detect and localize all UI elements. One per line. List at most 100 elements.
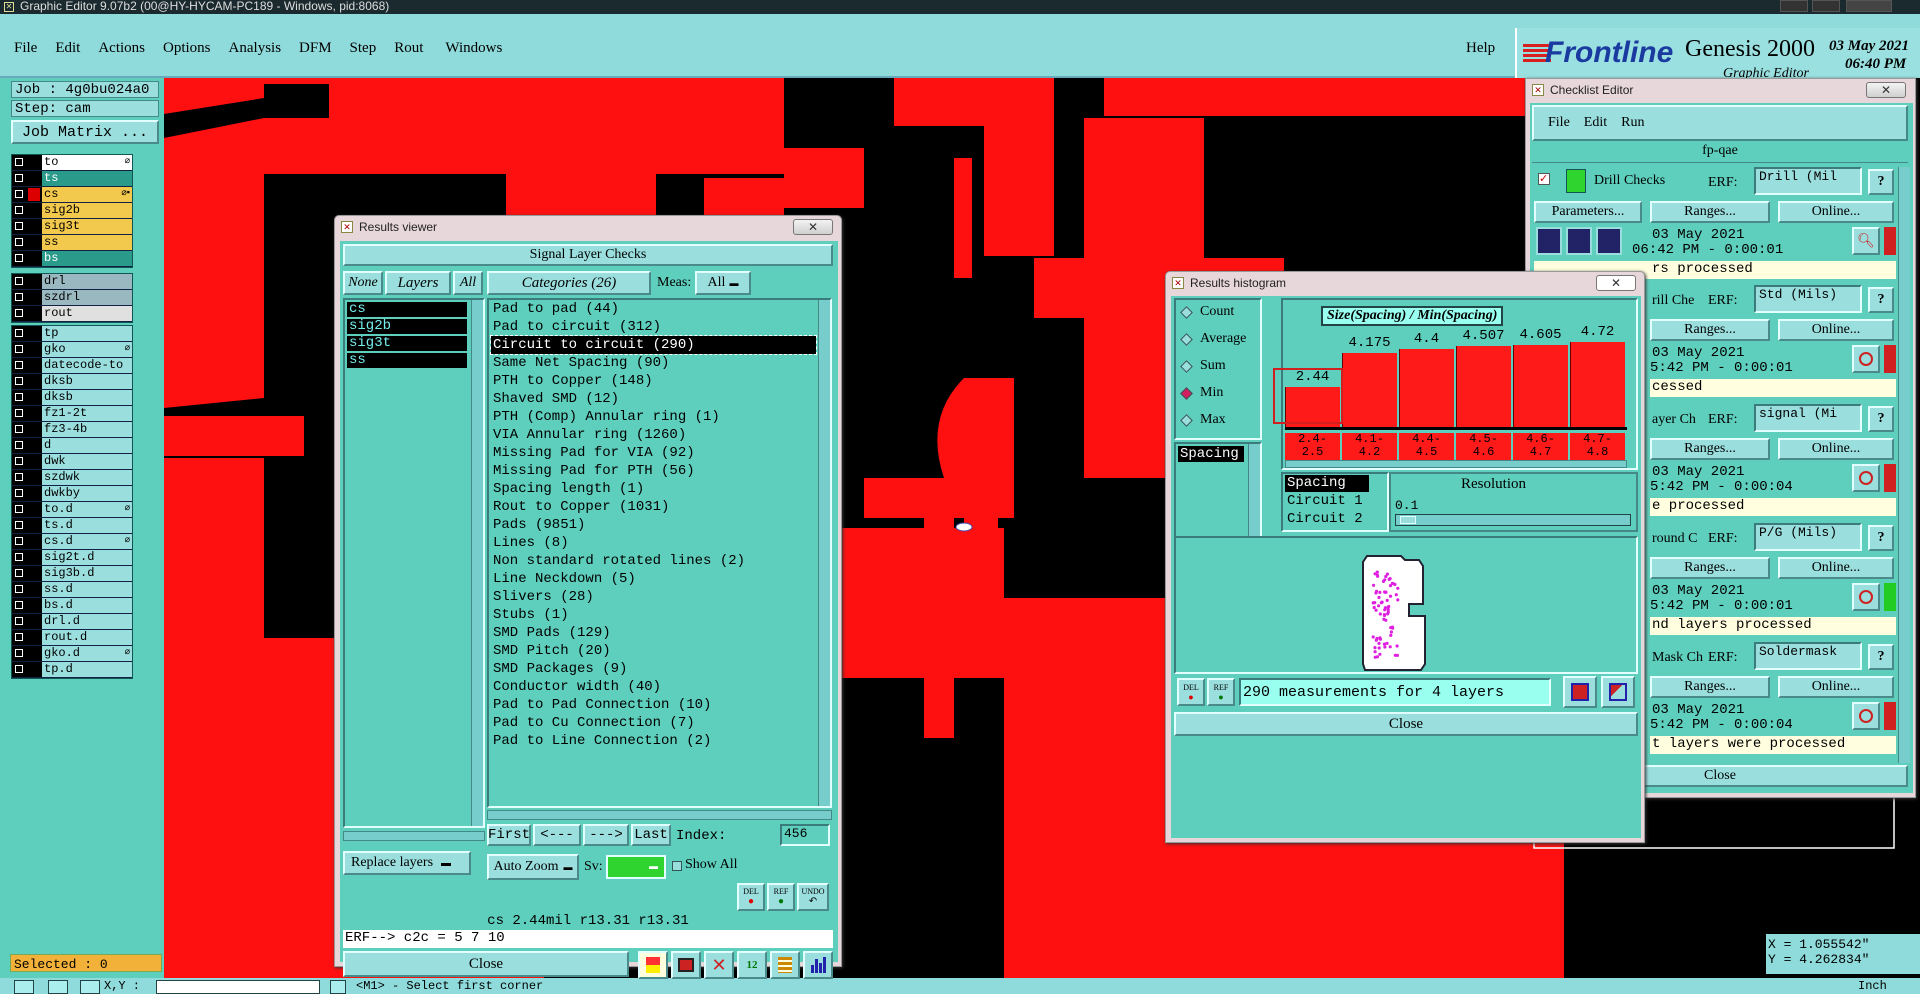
layer-display-checkbox[interactable]: [15, 617, 23, 625]
snap-tool-icon[interactable]: [80, 980, 100, 994]
layer-display-checkbox[interactable]: [15, 649, 23, 657]
ranges-button[interactable]: Ranges...: [1650, 438, 1770, 460]
parameters-button[interactable]: Parameters...: [1534, 201, 1642, 223]
result-layer-item[interactable]: cs: [347, 302, 467, 317]
layer-name[interactable]: datecode-to: [42, 358, 132, 373]
ranges-button[interactable]: Ranges...: [1650, 319, 1770, 341]
job-matrix-button[interactable]: Job Matrix ...: [11, 120, 159, 144]
histogram-close-button[interactable]: Close: [1174, 712, 1638, 736]
layer-name[interactable]: ss.d: [42, 582, 132, 597]
category-item[interactable]: Non standard rotated lines (2): [491, 552, 816, 570]
layer-row[interactable]: bs.d: [12, 598, 132, 614]
show-all-checkbox[interactable]: [672, 861, 682, 871]
check-tool-icon[interactable]: [48, 980, 68, 994]
severity-select[interactable]: ▬: [606, 855, 666, 879]
menu-windows[interactable]: Windows: [445, 40, 502, 57]
layer-display-checkbox[interactable]: [15, 277, 23, 285]
category-item[interactable]: Missing Pad for PTH (56): [491, 462, 816, 480]
categories-tab[interactable]: Categories (26): [487, 271, 651, 295]
histogram-fit-button[interactable]: [1601, 676, 1635, 708]
layer-name[interactable]: szdwk: [42, 470, 132, 485]
aggregate-option-average[interactable]: Average: [1176, 327, 1260, 354]
category-item[interactable]: Shaved SMD (12): [491, 390, 816, 408]
layer-name[interactable]: bs: [42, 251, 132, 266]
ranges-button[interactable]: Ranges...: [1650, 676, 1770, 698]
category-item[interactable]: Conductor width (40): [491, 678, 816, 696]
layer-name[interactable]: sig2b: [42, 203, 132, 218]
layer-name[interactable]: bs.d: [42, 598, 132, 613]
menu-actions[interactable]: Actions: [98, 40, 145, 57]
layer-name[interactable]: drl.d: [42, 614, 132, 629]
layer-name[interactable]: cs.d: [42, 534, 132, 549]
layer-row[interactable]: datecode-to: [12, 358, 132, 374]
layer-display-checkbox[interactable]: [15, 441, 23, 449]
layer-display-checkbox[interactable]: [15, 377, 23, 385]
mark-tool-button[interactable]: ✕: [704, 951, 734, 979]
check-help-button[interactable]: ?: [1868, 644, 1894, 670]
layer-display-checkbox[interactable]: [15, 473, 23, 481]
category-item[interactable]: Circuit to circuit (290): [490, 335, 817, 355]
layer-name[interactable]: sig2t.d: [42, 550, 132, 565]
category-item[interactable]: Pad to pad (44): [491, 300, 816, 318]
aggregate-option-min[interactable]: Min: [1176, 381, 1260, 408]
layer-display-checkbox[interactable]: [15, 489, 23, 497]
layer-row[interactable]: dksb: [12, 374, 132, 390]
layer-name[interactable]: drl: [42, 274, 132, 289]
layer-display-checkbox[interactable]: [15, 633, 23, 641]
layer-row[interactable]: dksb: [12, 390, 132, 406]
result-layer-item[interactable]: sig2b: [347, 319, 467, 334]
layer-name[interactable]: fz1-2t: [42, 406, 132, 421]
category-item[interactable]: PTH (Comp) Annular ring (1): [491, 408, 816, 426]
auto-zoom-select[interactable]: Auto Zoom ▬: [487, 854, 579, 880]
check-help-button[interactable]: ?: [1868, 287, 1894, 313]
category-item[interactable]: Spacing length (1): [491, 480, 816, 498]
replace-layers-button[interactable]: Replace layers ▬: [343, 851, 471, 875]
layer-name[interactable]: ss: [42, 235, 132, 250]
layer-display-checkbox[interactable]: [15, 665, 23, 673]
layer-name[interactable]: to.d: [42, 502, 132, 517]
checklist-close-icon[interactable]: ✕: [1866, 82, 1906, 98]
minimize-button[interactable]: [1780, 0, 1808, 12]
histogram-zoom-button[interactable]: [1563, 676, 1597, 708]
next-button[interactable]: --->: [583, 824, 629, 846]
undo-mini-button[interactable]: UNDO ↶: [797, 883, 829, 911]
menu-rout[interactable]: Rout: [394, 40, 423, 57]
check-checkbox[interactable]: ✓: [1538, 173, 1550, 185]
layer-name[interactable]: to: [42, 155, 132, 170]
category-item[interactable]: SMD Packages (9): [491, 660, 816, 678]
check-help-button[interactable]: ?: [1868, 169, 1894, 195]
layer-name[interactable]: dksb: [42, 374, 132, 389]
category-item[interactable]: Stubs (1): [491, 606, 816, 624]
layer-display-checkbox[interactable]: [15, 190, 23, 198]
prev-button[interactable]: <---: [533, 824, 581, 846]
preview-refresh-button[interactable]: REF ●: [1207, 678, 1235, 706]
run-icon-3[interactable]: [1596, 227, 1622, 255]
layer-row[interactable]: sig2b: [12, 203, 132, 219]
run-icon-2[interactable]: [1566, 227, 1592, 255]
online-button[interactable]: Online...: [1778, 676, 1894, 698]
layer-row[interactable]: dwkby: [12, 486, 132, 502]
checklist-menu-file[interactable]: File: [1548, 115, 1570, 131]
menu-help[interactable]: Help: [1466, 40, 1495, 57]
result-layer-item[interactable]: ss: [347, 353, 467, 368]
layer-row[interactable]: fz3-4b: [12, 422, 132, 438]
layer-display-checkbox[interactable]: [15, 505, 23, 513]
category-item[interactable]: SMD Pads (129): [491, 624, 816, 642]
category-item[interactable]: Pad to Cu Connection (7): [491, 714, 816, 732]
online-button[interactable]: Online...: [1778, 557, 1894, 579]
categories-scrollbar[interactable]: [818, 300, 830, 806]
ranges-button[interactable]: Ranges...: [1650, 557, 1770, 579]
layer-display-checkbox[interactable]: [15, 222, 23, 230]
results-viewer-close-button[interactable]: Close: [343, 951, 629, 977]
view-results-button[interactable]: [1852, 345, 1880, 373]
layer-name[interactable]: cs: [42, 187, 132, 202]
ranges-button[interactable]: Ranges...: [1650, 201, 1770, 223]
histogram-series-item[interactable]: Circuit 1: [1285, 493, 1369, 510]
highlight-tool-button[interactable]: [638, 951, 668, 979]
layer-row[interactable]: sig3b.d: [12, 566, 132, 582]
view-results-button[interactable]: [1852, 464, 1880, 492]
layer-name[interactable]: rout.d: [42, 630, 132, 645]
last-button[interactable]: Last: [631, 824, 671, 846]
layer-name[interactable]: ts.d: [42, 518, 132, 533]
menu-dfm[interactable]: DFM: [299, 40, 332, 57]
